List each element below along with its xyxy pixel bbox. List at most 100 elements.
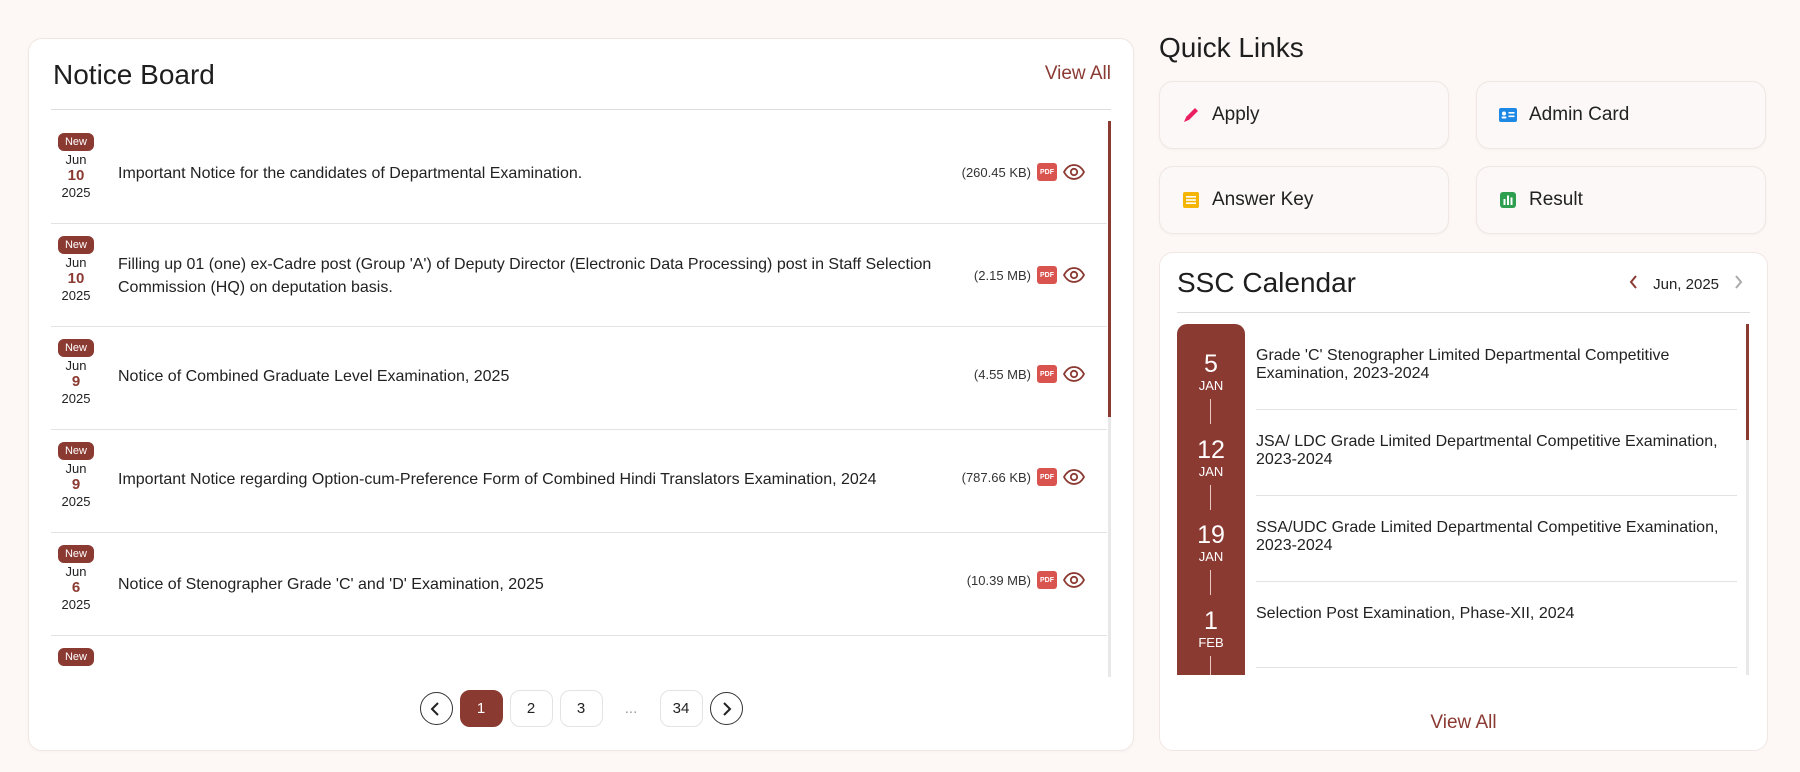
notice-day: 10 — [67, 270, 85, 287]
notice-month: Jun — [65, 152, 87, 167]
notice-title[interactable]: Important Notice regarding Option-cum-Pr… — [118, 468, 938, 491]
chevron-left-icon — [430, 701, 439, 716]
notice-date: New — [51, 636, 101, 666]
notice-month: Jun — [65, 461, 87, 476]
quick-link-result[interactable]: Result — [1476, 166, 1766, 234]
divider — [51, 109, 1111, 110]
pdf-icon[interactable]: PDF — [1037, 468, 1057, 486]
new-badge: New — [57, 236, 94, 254]
notice-month: Jun — [65, 358, 87, 373]
calendar-title: SSC Calendar — [1177, 267, 1356, 298]
new-badge: New — [57, 648, 94, 666]
notice-date: New Jun 9 2025 — [51, 430, 101, 509]
notice-title[interactable]: Notice of Stenographer Grade 'C' and 'D'… — [118, 573, 938, 596]
notice-row[interactable]: New — [51, 636, 1107, 666]
scrollbar-thumb[interactable] — [1108, 121, 1111, 417]
calendar-event[interactable]: Grade 'C' Stenographer Limited Departmen… — [1256, 324, 1737, 410]
calendar-day: 5 — [1204, 350, 1218, 378]
eye-icon[interactable] — [1063, 264, 1085, 286]
notice-day: 9 — [71, 476, 81, 493]
eye-icon[interactable] — [1063, 569, 1085, 591]
next-page-button[interactable] — [709, 692, 743, 725]
separator — [1210, 656, 1211, 675]
notice-row[interactable]: New Jun 9 2025 Important Notice regardin… — [51, 430, 1107, 533]
calendar-date: 5 JAN — [1177, 350, 1245, 393]
notice-year: 2025 — [61, 391, 91, 406]
separator — [1210, 570, 1211, 595]
chevron-right-icon[interactable] — [1733, 275, 1743, 293]
notice-meta: (260.45 KB) PDF — [962, 161, 1085, 183]
notice-board-card: Notice Board View All New Jun 10 2025 Im… — [28, 38, 1134, 751]
notice-meta: (4.55 MB) PDF — [974, 363, 1085, 385]
notice-row[interactable]: New Jun 9 2025 Notice of Combined Gradua… — [51, 327, 1107, 430]
quick-link-admit-card[interactable]: Admin Card — [1476, 81, 1766, 149]
notice-year: 2025 — [61, 494, 91, 509]
divider — [1177, 312, 1750, 313]
quick-link-label: Admin Card — [1529, 104, 1630, 125]
notice-month: Jun — [65, 255, 87, 270]
calendar-date-strip: 5 JAN 12 JAN 19 JAN 1 FEB — [1177, 324, 1245, 675]
notice-list[interactable]: New Jun 10 2025 Important Notice for the… — [51, 121, 1113, 666]
notice-meta: (2.15 MB) PDF — [974, 264, 1085, 286]
separator — [1210, 485, 1211, 510]
pdf-icon[interactable]: PDF — [1037, 163, 1057, 181]
notice-date: New Jun 6 2025 — [51, 533, 101, 612]
calendar-event[interactable]: JSA/ LDC Grade Limited Departmental Comp… — [1256, 410, 1737, 496]
notice-year: 2025 — [61, 288, 91, 303]
quick-links-title: Quick Links — [1159, 32, 1304, 63]
calendar-current-month: Jun, 2025 — [1653, 275, 1719, 293]
chevron-left-icon[interactable] — [1629, 275, 1639, 293]
bar-chart-icon — [1499, 191, 1517, 209]
calendar-day: 1 — [1204, 607, 1218, 635]
quick-link-label: Result — [1529, 189, 1583, 210]
calendar-event-list[interactable]: Grade 'C' Stenographer Limited Departmen… — [1256, 324, 1737, 675]
page-button-1[interactable]: 1 — [459, 690, 503, 727]
page-ellipsis: ... — [624, 700, 638, 717]
pdf-icon[interactable]: PDF — [1037, 266, 1057, 284]
file-size: (2.15 MB) — [973, 267, 1031, 283]
notice-year: 2025 — [61, 185, 91, 200]
eye-icon[interactable] — [1063, 161, 1085, 183]
calendar-event[interactable]: SSA/UDC Grade Limited Departmental Compe… — [1256, 496, 1737, 582]
file-size: (260.45 KB) — [961, 164, 1031, 180]
notice-title[interactable]: Important Notice for the candidates of D… — [118, 162, 938, 185]
notice-row[interactable]: New Jun 6 2025 Notice of Stenographer Gr… — [51, 533, 1107, 636]
eye-icon[interactable] — [1063, 363, 1085, 385]
pencil-icon — [1182, 106, 1200, 124]
quick-link-apply[interactable]: Apply — [1159, 81, 1449, 149]
quick-link-answer-key[interactable]: Answer Key — [1159, 166, 1449, 234]
new-badge: New — [57, 442, 94, 460]
calendar-day: 19 — [1197, 521, 1225, 549]
page-button-3[interactable]: 3 — [559, 690, 603, 727]
page-button-last[interactable]: 34 — [659, 690, 703, 727]
file-size: (10.39 MB) — [966, 572, 1031, 588]
notice-day: 6 — [71, 579, 81, 596]
notice-row[interactable]: New Jun 10 2025 Important Notice for the… — [51, 121, 1107, 224]
notice-day: 10 — [67, 167, 85, 184]
new-badge: New — [57, 545, 94, 563]
notice-title[interactable]: Filling up 01 (one) ex-Cadre post (Group… — [118, 253, 938, 299]
file-size: (4.55 MB) — [973, 366, 1031, 382]
pdf-icon[interactable]: PDF — [1037, 365, 1057, 383]
pagination: 1 2 3 ... 34 — [29, 690, 1133, 727]
file-size: (787.66 KB) — [961, 469, 1031, 485]
pdf-icon[interactable]: PDF — [1037, 571, 1057, 589]
calendar-view-all-link[interactable]: View All — [1160, 712, 1767, 734]
page-button-2[interactable]: 2 — [509, 690, 553, 727]
notice-year: 2025 — [61, 597, 91, 612]
new-badge: New — [57, 339, 94, 357]
notice-title[interactable]: Notice of Combined Graduate Level Examin… — [118, 365, 938, 388]
notice-meta: (10.39 MB) PDF — [967, 569, 1085, 591]
notice-meta: (787.66 KB) PDF — [962, 466, 1085, 488]
prev-page-button[interactable] — [419, 692, 453, 725]
calendar-day: 12 — [1197, 436, 1225, 464]
separator — [1210, 399, 1211, 424]
calendar-month: JAN — [1198, 549, 1224, 564]
eye-icon[interactable] — [1063, 466, 1085, 488]
calendar-month-nav: Jun, 2025 — [1629, 275, 1743, 293]
calendar-event[interactable]: Selection Post Examination, Phase-XII, 2… — [1256, 582, 1737, 668]
notice-board-title: Notice Board — [53, 59, 215, 90]
scrollbar-thumb[interactable] — [1746, 324, 1749, 440]
notice-row[interactable]: New Jun 10 2025 Filling up 01 (one) ex-C… — [51, 224, 1107, 327]
notice-board-view-all-link[interactable]: View All — [1045, 63, 1111, 85]
